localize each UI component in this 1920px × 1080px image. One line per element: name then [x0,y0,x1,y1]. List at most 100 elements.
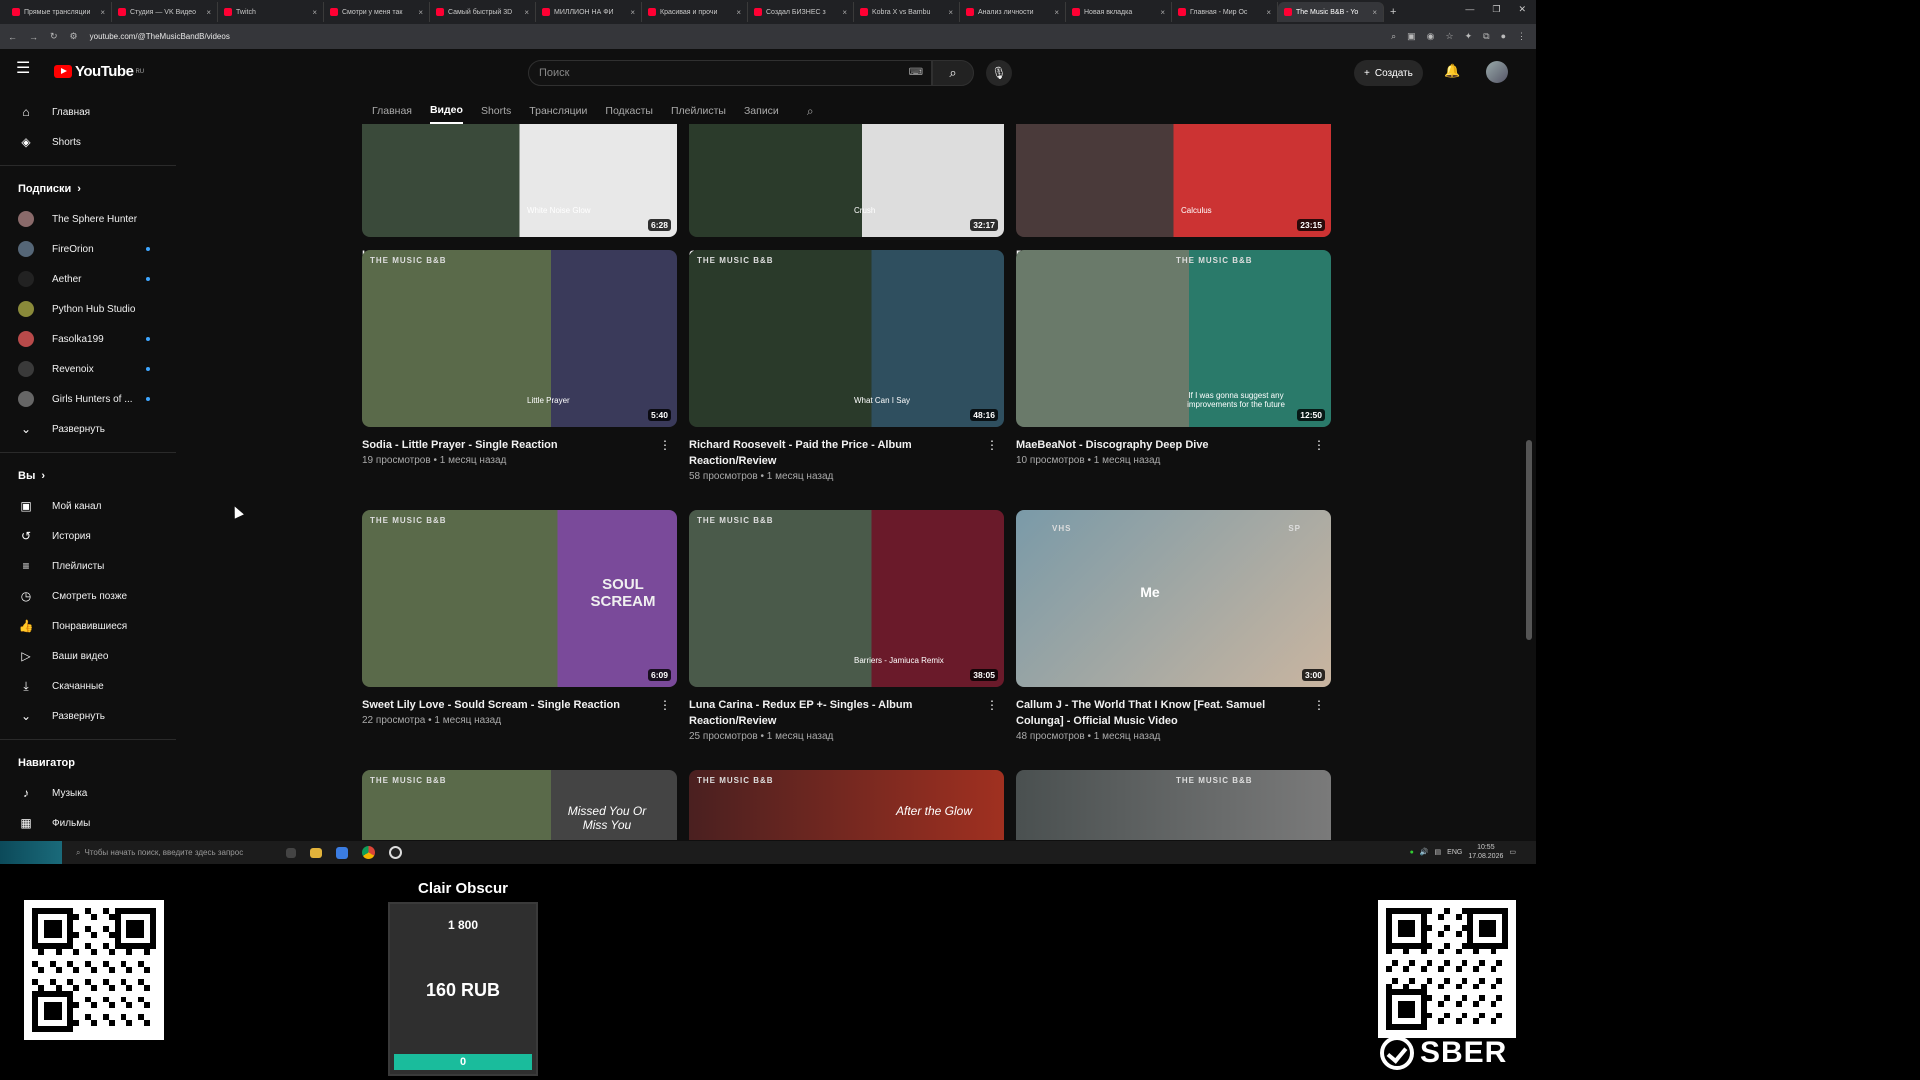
tab-close-icon[interactable]: × [1372,8,1377,17]
keyboard-icon[interactable]: ⌨ [909,67,923,78]
voice-search-button[interactable]: 🎙 [986,60,1012,86]
sidebar-item[interactable]: ⌂ Главная [0,97,176,127]
obs-icon[interactable] [389,846,402,859]
back-icon[interactable]: ← [8,32,17,42]
scroll-thumb[interactable] [1526,440,1532,640]
video-title[interactable]: Luna Carina - Redux EP +- Singles - Albu… [689,697,979,729]
tab-close-icon[interactable]: × [630,8,635,17]
notifications-bell-icon[interactable]: 🔔 [1444,63,1460,79]
sidebar-item[interactable]: ▷ Ваши видео [0,641,176,671]
sidebar-item[interactable]: ↺ История [0,521,176,551]
more-options-icon[interactable]: ⋮ [659,438,671,452]
tab-close-icon[interactable]: × [948,8,953,17]
video-card[interactable]: THE MUSIC B&B SOUL SCREAM 6:09 Sweet Lily L… [362,510,677,726]
video-title[interactable]: Sodia - Little Prayer - Single Reaction [362,437,652,453]
video-card[interactable]: THE MUSIC B&B If I was gonna suggest any … [1016,250,1331,466]
video-title[interactable]: Callum J - The World That I Know [Feat. … [1016,697,1306,729]
notification-center-icon[interactable]: ▭ [1509,848,1516,856]
browser-tab[interactable]: Анализ личности × [960,2,1066,22]
browser-tab[interactable]: Красивая и прочи × [642,2,748,22]
search-input[interactable] [529,61,869,85]
video-card[interactable]: THE MUSIC B&B [1016,770,1331,840]
subscription-item[interactable]: Revenoix [0,354,176,384]
video-thumbnail[interactable]: THE MUSIC B&B After the Glow [689,770,1004,840]
chrome-icon[interactable] [362,846,375,859]
tab-close-icon[interactable]: × [418,8,423,17]
sidebar-item[interactable]: ▣ Мой канал [0,491,176,521]
browser-tab[interactable]: Самый быстрый 3D × [430,2,536,22]
bookmark-star-icon[interactable]: ☆ [1446,31,1454,42]
tab-close-icon[interactable]: × [312,8,317,17]
scrollbar[interactable] [1526,60,1532,840]
extensions-puzzle-icon[interactable]: ⧉ [1483,31,1489,42]
video-thumbnail[interactable]: THE MUSIC B&B Barriers - Jamiuca Remix 38:… [689,510,1004,687]
profile-icon[interactable]: ● [1501,31,1506,42]
search-button[interactable]: ⌕ [932,60,974,86]
video-card[interactable]: THE MUSIC B&B Little Prayer 5:40 Sodia - Li… [362,250,677,466]
video-title[interactable]: Richard Roosevelt - Paid the Price - Alb… [689,437,979,469]
clock[interactable]: 10:55 17.08.2026 [1468,843,1503,861]
sidebar-item[interactable]: ◈ Shorts [0,127,176,157]
browser-tab[interactable]: Прямые трансляции × [6,2,112,22]
cast-icon[interactable]: ▣ [1407,31,1416,42]
video-thumbnail[interactable]: THE MUSIC B&B [1016,770,1331,840]
network-icon[interactable]: ▤ [1435,848,1442,856]
youtube-logo[interactable]: YouTube RU [54,63,144,80]
video-thumbnail[interactable]: VHS SP Me 3:00 [1016,510,1331,687]
video-title[interactable]: MaeBeaNot - Discography Deep Dive [1016,437,1306,453]
hamburger-menu-icon[interactable]: ☰ [16,58,30,78]
video-thumbnail[interactable]: THE MUSIC B&B Little Prayer 5:40 [362,250,677,427]
video-thumbnail[interactable]: THE MUSIC B&BWhite Noise Glow6:28 [362,124,677,237]
subscriptions-heading[interactable]: Подписки › [0,174,176,204]
tab-1[interactable]: Видео [429,98,463,124]
sidebar-item[interactable]: ◷ Смотреть позже [0,581,176,611]
browser-tab[interactable]: Студия — VK Видео × [112,2,218,22]
video-thumbnail[interactable]: THE MUSIC B&B If I was gonna suggest any … [1016,250,1331,427]
new-tab-icon[interactable]: + [1390,6,1396,18]
subscription-item[interactable]: FireOrion [0,234,176,264]
start-button[interactable] [0,841,62,864]
browser-tab[interactable]: Новая вкладка × [1066,2,1172,22]
subscription-item[interactable]: Girls Hunters of ... [0,384,176,414]
video-thumbnail[interactable]: THE MUSIC B&BCrush32:17 [689,124,1004,237]
lang-indicator[interactable]: ENG [1447,849,1462,856]
account-avatar[interactable] [1486,61,1508,83]
create-button[interactable]: + Создать [1354,60,1423,86]
browser-tab[interactable]: Создал БИЗНЕС з × [748,2,854,22]
subscription-item[interactable]: Fasolka199 [0,324,176,354]
more-options-icon[interactable]: ⋮ [659,698,671,712]
more-options-icon[interactable]: ⋮ [986,438,998,452]
extension-icon[interactable]: ✦ [1465,31,1473,42]
sidebar-item[interactable]: ♪ Музыка [0,778,176,808]
sidebar-item[interactable]: 👍 Понравившиеся [0,611,176,641]
more-options-icon[interactable]: ⋮ [1313,698,1325,712]
channel-search-icon[interactable]: ⌕ [807,104,814,119]
subscription-item[interactable]: Python Hub Studio [0,294,176,324]
subscription-item[interactable]: The Sphere Hunter [0,204,176,234]
url-field[interactable]: youtube.com/@TheMusicBandB/videos [90,32,230,41]
browser-menu-icon[interactable]: ⋮ [1517,31,1526,42]
video-thumbnail[interactable]: THE MUSIC B&B What Can I Say 48:16 [689,250,1004,427]
browser-tab[interactable]: Kobra X vs Bambu × [854,2,960,22]
tab-2[interactable]: Shorts [481,99,511,123]
browser-tab[interactable]: МИЛЛИОН НА ФИ × [536,2,642,22]
site-info-icon[interactable]: ⚙ [70,31,78,42]
eye-icon[interactable]: ◉ [1427,31,1435,42]
sidebar-item[interactable]: ▦ Фильмы [0,808,176,838]
minimize-icon[interactable]: — [1465,4,1474,15]
sidebar-item[interactable]: ⤓ Скачанные [0,671,176,701]
video-thumbnail[interactable]: THE MUSIC B&B Missed You Or Miss You [362,770,677,840]
tab-close-icon[interactable]: × [1160,8,1165,17]
video-card[interactable]: VHS SP Me 3:00 Callum J - The World That I K… [1016,510,1331,742]
tab-close-icon[interactable]: × [206,8,211,17]
store-icon[interactable] [336,846,348,859]
video-card[interactable]: THE MUSIC B&B After the Glow [689,770,1004,840]
volume-icon[interactable]: 🔊 [1420,848,1429,856]
reload-icon[interactable]: ↻ [50,31,58,42]
video-card[interactable]: THE MUSIC B&B What Can I Say 48:16 Richard … [689,250,1004,482]
tab-close-icon[interactable]: × [1054,8,1059,17]
subscription-item[interactable]: Aether [0,264,176,294]
browser-tab[interactable]: Главная - Мир Ос × [1172,2,1278,22]
task-view-icon[interactable] [286,847,296,858]
video-title[interactable]: Sweet Lily Love - Sould Scream - Single … [362,697,652,713]
